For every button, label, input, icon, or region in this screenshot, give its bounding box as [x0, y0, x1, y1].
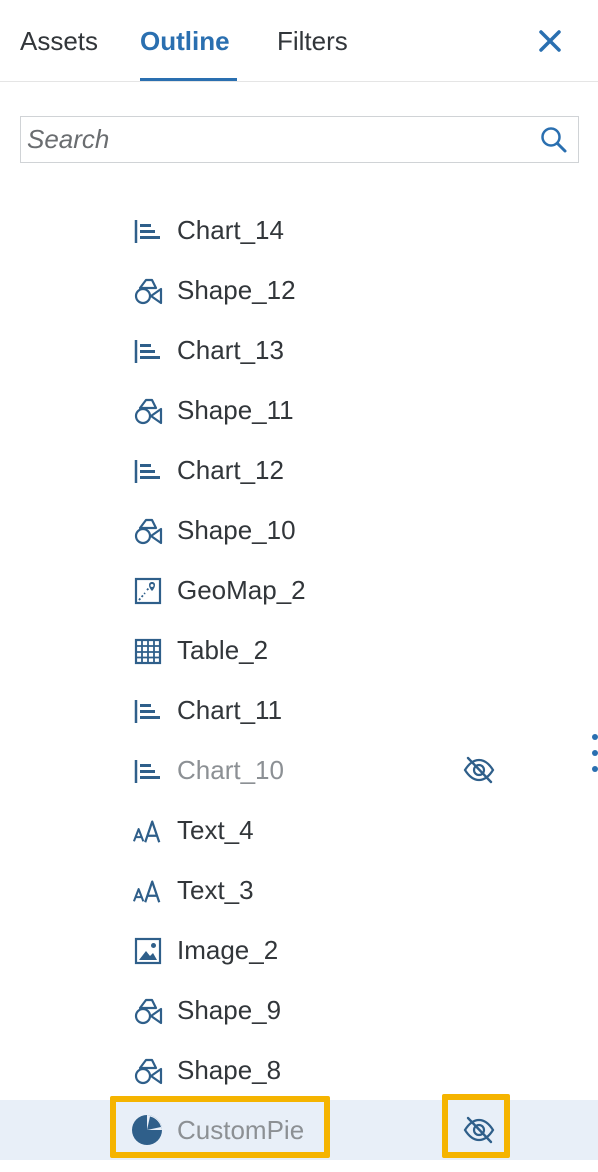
outline-item[interactable]: Shape_9: [0, 980, 598, 1040]
outline-item-label: Chart_10: [177, 755, 284, 785]
outline-item[interactable]: Chart_10: [0, 740, 598, 800]
outline-item-label: Table_2: [177, 635, 269, 665]
shape-icon: [134, 278, 163, 305]
highlight-box-visibility: [442, 1094, 510, 1158]
tab-assets[interactable]: Assets: [20, 24, 98, 58]
search-box: [20, 116, 579, 163]
outline-item[interactable]: GeoMap_2: [0, 560, 598, 620]
shape-icon: [134, 1058, 163, 1085]
shape-icon: [134, 398, 163, 425]
outline-item-label: Image_2: [177, 935, 279, 965]
outline-item[interactable]: Shape_10: [0, 500, 598, 560]
outline-item-label: Shape_9: [177, 995, 282, 1025]
outline-item[interactable]: Chart_12: [0, 440, 598, 500]
outline-list: Chart_14 Shape_12 Chart_13 Shape_11 Char…: [0, 200, 598, 1160]
outline-item[interactable]: Text_4: [0, 800, 598, 860]
tab-bar: Assets Outline Filters: [0, 0, 598, 82]
highlight-box-item: [110, 1096, 330, 1158]
chart-bar-icon: [134, 340, 160, 363]
outline-item[interactable]: Shape_12: [0, 260, 598, 320]
chart-bar-icon: [134, 760, 160, 783]
outline-item-label: Chart_13: [177, 335, 284, 365]
outline-item-label: Text_3: [177, 875, 254, 905]
outline-item-label: Shape_8: [177, 1055, 282, 1085]
outline-item-label: Text_4: [177, 815, 254, 845]
outline-item-label: GeoMap_2: [177, 575, 306, 605]
chart-bar-icon: [134, 460, 160, 483]
outline-item[interactable]: Shape_8: [0, 1040, 598, 1100]
table-icon: [134, 638, 162, 665]
outline-item[interactable]: Text_3: [0, 860, 598, 920]
tab-filters[interactable]: Filters: [277, 24, 348, 58]
eye-hidden-icon[interactable]: [462, 753, 496, 787]
outline-item-label: Shape_11: [177, 395, 294, 425]
text-icon: [133, 820, 161, 843]
close-icon[interactable]: [533, 24, 567, 58]
outline-item-label: Chart_11: [177, 695, 283, 725]
shape-icon: [134, 518, 163, 545]
outline-item[interactable]: Table_2: [0, 620, 598, 680]
search-input[interactable]: [27, 121, 527, 158]
outline-item[interactable]: Shape_11: [0, 380, 598, 440]
search-icon[interactable]: [539, 125, 569, 155]
outline-panel: Assets Outline Filters Chart_14: [0, 0, 598, 1172]
more-options-icon[interactable]: [588, 733, 598, 773]
chart-bar-icon: [134, 700, 160, 723]
outline-item[interactable]: Chart_14: [0, 200, 598, 260]
outline-item-selected[interactable]: CustomPie: [0, 1094, 598, 1160]
outline-item-label: Shape_10: [177, 515, 296, 545]
text-icon: [133, 880, 161, 903]
outline-item-label: Chart_14: [177, 215, 284, 245]
chart-bar-icon: [134, 220, 160, 243]
outline-item[interactable]: Image_2: [0, 920, 598, 980]
shape-icon: [134, 998, 163, 1025]
outline-item[interactable]: Chart_13: [0, 320, 598, 380]
outline-item[interactable]: Chart_11: [0, 680, 598, 740]
outline-item-label: Shape_12: [177, 275, 296, 305]
image-icon: [134, 937, 162, 965]
tab-outline[interactable]: Outline: [140, 24, 230, 58]
outline-item-label: Chart_12: [177, 455, 284, 485]
geomap-icon: [134, 577, 162, 605]
active-tab-indicator: [140, 78, 237, 81]
